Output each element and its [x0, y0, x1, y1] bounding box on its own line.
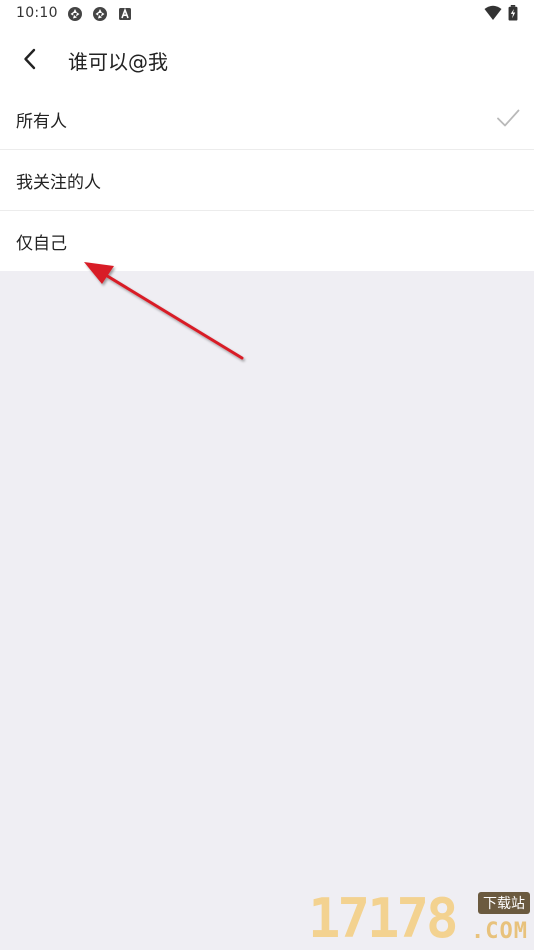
option-everyone[interactable]: 所有人	[0, 89, 534, 150]
watermark-suffix: .COM	[471, 919, 528, 944]
option-only-me[interactable]: 仅自己	[0, 211, 534, 272]
option-label: 我关注的人	[16, 173, 101, 193]
watermark-badge: 下载站	[478, 892, 530, 914]
battery-charging-icon	[508, 5, 518, 21]
watermark-number: 17178	[308, 887, 459, 950]
aperture-icon	[68, 7, 82, 21]
wifi-icon	[484, 5, 502, 20]
option-followed[interactable]: 我关注的人	[0, 150, 534, 211]
back-button[interactable]	[12, 42, 48, 76]
option-label: 仅自己	[16, 234, 67, 254]
checkmark-icon	[497, 109, 520, 127]
option-label: 所有人	[16, 112, 67, 132]
chevron-left-icon	[24, 48, 36, 70]
page-title: 谁可以@我	[68, 50, 168, 74]
aperture-icon	[93, 7, 107, 21]
status-time: 10:10	[16, 5, 58, 21]
font-a-icon	[119, 7, 131, 20]
watermark-logo: 17178 下载站 .COM	[308, 886, 532, 948]
status-bar: 10:10	[0, 0, 534, 28]
nav-bar: 谁可以@我	[0, 30, 534, 88]
